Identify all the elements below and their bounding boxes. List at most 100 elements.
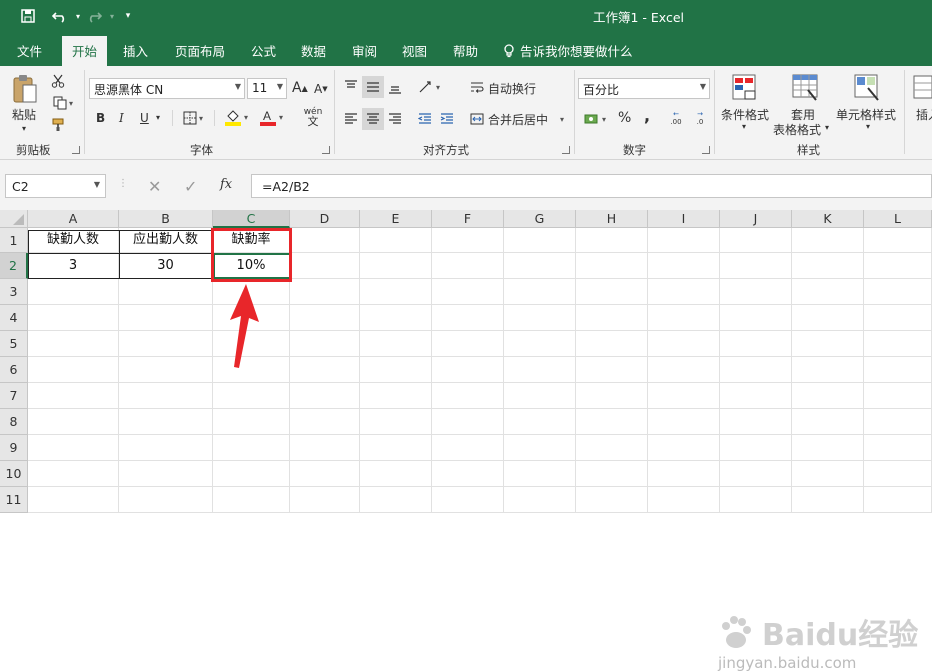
column-header-h[interactable]: H <box>576 210 648 228</box>
column-header-b[interactable]: B <box>119 210 213 228</box>
fill-color-icon[interactable]: ▾ <box>220 107 252 127</box>
cell-k4[interactable] <box>792 305 864 331</box>
decrease-decimal-button[interactable]: → .0 <box>690 108 710 128</box>
confirm-entry-icon[interactable]: ✓ <box>184 177 197 196</box>
cell-e1[interactable] <box>360 228 432 253</box>
cell-i8[interactable] <box>648 409 720 435</box>
cell-g3[interactable] <box>504 279 576 305</box>
cell-styles-dropdown-icon[interactable]: ▾ <box>866 122 870 131</box>
tab-review[interactable]: 审阅 <box>352 41 377 60</box>
row-header-11[interactable]: 11 <box>0 487 28 513</box>
conditional-format-button[interactable]: 条件格式 <box>721 106 769 123</box>
borders-icon[interactable]: ▾ <box>178 110 208 126</box>
format-as-table-dropdown-icon[interactable]: ▾ <box>825 123 829 132</box>
cell-i4[interactable] <box>648 305 720 331</box>
cell-c9[interactable] <box>213 435 290 461</box>
cell-f9[interactable] <box>432 435 504 461</box>
align-bottom-icon[interactable] <box>384 76 406 98</box>
format-as-table-icon[interactable] <box>790 72 820 104</box>
cell-styles-icon[interactable] <box>852 72 882 104</box>
column-header-d[interactable]: D <box>290 210 360 228</box>
cell-g8[interactable] <box>504 409 576 435</box>
conditional-format-dropdown-icon[interactable]: ▾ <box>742 122 746 131</box>
cell-j5[interactable] <box>720 331 792 357</box>
increase-indent-icon[interactable] <box>436 108 458 130</box>
cell-a10[interactable] <box>28 461 119 487</box>
cell-g7[interactable] <box>504 383 576 409</box>
cell-k3[interactable] <box>792 279 864 305</box>
cell-d2[interactable] <box>290 253 360 279</box>
percent-style-button[interactable]: % <box>618 110 631 126</box>
cell-a1[interactable]: 缺勤人数 <box>28 228 119 253</box>
cell-d3[interactable] <box>290 279 360 305</box>
number-launcher-icon[interactable] <box>702 146 710 154</box>
accounting-format-icon[interactable]: ▾ <box>580 109 610 129</box>
cell-b5[interactable] <box>119 331 213 357</box>
cell-i6[interactable] <box>648 357 720 383</box>
cell-d8[interactable] <box>290 409 360 435</box>
cell-b1[interactable]: 应出勤人数 <box>119 228 213 253</box>
cell-a3[interactable] <box>28 279 119 305</box>
cell-k10[interactable] <box>792 461 864 487</box>
cell-i5[interactable] <box>648 331 720 357</box>
phonetic-guide-button[interactable]: wén 文 <box>298 106 328 128</box>
cell-f6[interactable] <box>432 357 504 383</box>
number-format-dropdown[interactable]: 百分比 ▼ <box>578 78 710 99</box>
cell-l8[interactable] <box>864 409 932 435</box>
alignment-launcher-icon[interactable] <box>562 146 570 154</box>
cell-i7[interactable] <box>648 383 720 409</box>
row-header-10[interactable]: 10 <box>0 461 28 487</box>
cell-a11[interactable] <box>28 487 119 513</box>
paste-dropdown-icon[interactable]: ▾ <box>22 124 26 133</box>
align-left-icon[interactable] <box>340 108 362 130</box>
cell-e4[interactable] <box>360 305 432 331</box>
select-all-corner[interactable] <box>0 210 28 228</box>
cell-e3[interactable] <box>360 279 432 305</box>
cell-j2[interactable] <box>720 253 792 279</box>
column-header-i[interactable]: I <box>648 210 720 228</box>
font-color-icon[interactable]: A ▾ <box>255 107 287 127</box>
more-options-icon[interactable]: ⋮ <box>118 178 128 189</box>
cell-c10[interactable] <box>213 461 290 487</box>
format-painter-icon[interactable] <box>48 116 68 134</box>
tab-home[interactable]: 开始 <box>62 36 108 66</box>
cell-l7[interactable] <box>864 383 932 409</box>
cell-g9[interactable] <box>504 435 576 461</box>
row-header-9[interactable]: 9 <box>0 435 28 461</box>
column-header-l[interactable]: L <box>864 210 932 228</box>
cell-h10[interactable] <box>576 461 648 487</box>
column-header-a[interactable]: A <box>28 210 119 228</box>
insert-cells-button[interactable]: 插入 <box>916 106 932 123</box>
cell-c11[interactable] <box>213 487 290 513</box>
cell-b3[interactable] <box>119 279 213 305</box>
cell-f7[interactable] <box>432 383 504 409</box>
cell-b4[interactable] <box>119 305 213 331</box>
cell-e5[interactable] <box>360 331 432 357</box>
cell-l1[interactable] <box>864 228 932 253</box>
cell-c7[interactable] <box>213 383 290 409</box>
cell-l2[interactable] <box>864 253 932 279</box>
worksheet-grid[interactable]: ABCDEFGHIJKL 1 2 3 4 5 6 7 8 9 10 11 缺勤人数 应出勤人数 缺勤率 3… <box>0 210 932 672</box>
tell-me-box[interactable]: 告诉我你想要做什么 <box>503 41 633 60</box>
align-right-icon[interactable] <box>384 108 406 130</box>
bold-button[interactable]: B <box>96 111 105 125</box>
cell-h6[interactable] <box>576 357 648 383</box>
insert-function-button[interactable]: fx <box>220 177 232 192</box>
cell-c8[interactable] <box>213 409 290 435</box>
cell-g11[interactable] <box>504 487 576 513</box>
shrink-font-button[interactable]: A ▼ <box>314 82 328 96</box>
conditional-format-icon[interactable] <box>730 72 760 104</box>
column-header-e[interactable]: E <box>360 210 432 228</box>
cancel-entry-icon[interactable]: ✕ <box>148 177 161 196</box>
cell-j9[interactable] <box>720 435 792 461</box>
cell-k11[interactable] <box>792 487 864 513</box>
column-header-k[interactable]: K <box>792 210 864 228</box>
row-header-2[interactable]: 2 <box>0 253 28 279</box>
cell-d10[interactable] <box>290 461 360 487</box>
clipboard-launcher-icon[interactable] <box>72 146 80 154</box>
cell-f11[interactable] <box>432 487 504 513</box>
cell-f8[interactable] <box>432 409 504 435</box>
cell-h8[interactable] <box>576 409 648 435</box>
cell-h1[interactable] <box>576 228 648 253</box>
cell-j11[interactable] <box>720 487 792 513</box>
